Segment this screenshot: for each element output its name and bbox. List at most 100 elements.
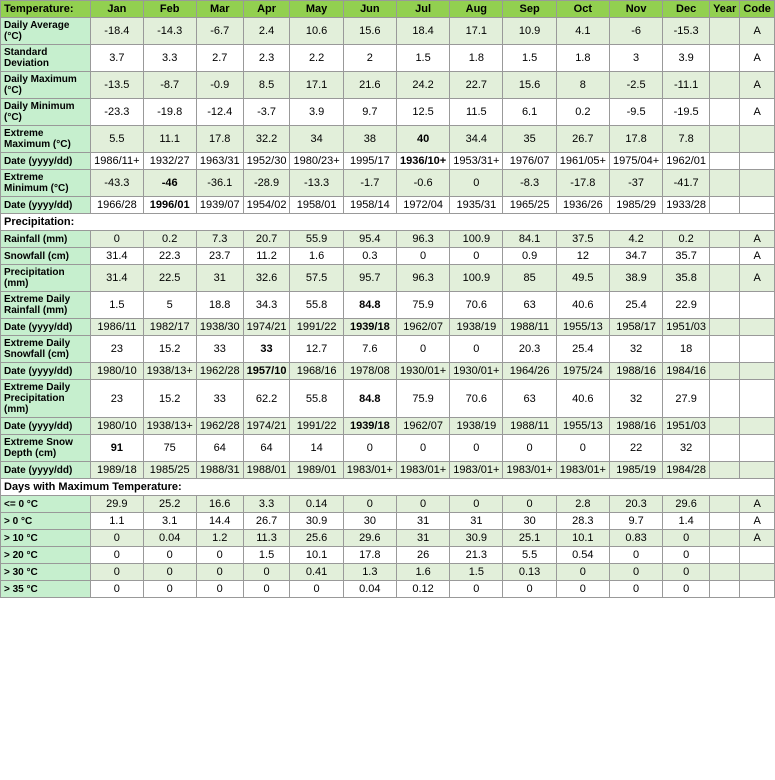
table-cell: 1.4 — [663, 513, 710, 530]
table-cell: 34.7 — [609, 248, 662, 265]
table-cell — [710, 435, 740, 462]
table-cell: 30.9 — [290, 513, 343, 530]
table-cell: A — [740, 45, 775, 72]
table-cell: 1.3 — [343, 564, 396, 581]
table-cell: 17.8 — [343, 547, 396, 564]
table-cell: 1964/26 — [503, 363, 556, 380]
table-cell: 1951/03 — [663, 319, 710, 336]
table-cell: A — [740, 72, 775, 99]
table-cell: 0 — [196, 547, 243, 564]
table-cell: 18 — [663, 336, 710, 363]
table-cell: -6 — [609, 18, 662, 45]
table-cell: 63 — [503, 292, 556, 319]
col-jul: Jul — [396, 1, 449, 18]
table-cell: -0.9 — [196, 72, 243, 99]
col-mar: Mar — [196, 1, 243, 18]
table-cell: -13.3 — [290, 170, 343, 197]
table-cell — [710, 153, 740, 170]
table-cell: 0 — [450, 496, 503, 513]
table-cell: 0.2 — [663, 231, 710, 248]
table-cell: 1939/18 — [343, 418, 396, 435]
table-cell — [740, 153, 775, 170]
col-apr: Apr — [243, 1, 290, 18]
table-cell: 1989/18 — [91, 462, 143, 479]
col-aug: Aug — [450, 1, 503, 18]
table-cell: 0 — [243, 581, 290, 598]
table-cell: -3.7 — [243, 99, 290, 126]
table-cell: 25.4 — [609, 292, 662, 319]
table-cell: A — [740, 18, 775, 45]
col-dec: Dec — [663, 1, 710, 18]
table-cell — [740, 292, 775, 319]
table-cell: 33 — [196, 380, 243, 418]
row-header: Snowfall (cm) — [1, 248, 91, 265]
table-cell: 29.6 — [343, 530, 396, 547]
table-cell: 1.5 — [91, 292, 143, 319]
table-cell: 31.4 — [91, 248, 143, 265]
table-cell: 2.2 — [290, 45, 343, 72]
table-cell: 1953/31+ — [450, 153, 503, 170]
table-cell: 15.2 — [143, 380, 196, 418]
table-cell: 4.2 — [609, 231, 662, 248]
table-cell: 31 — [396, 513, 449, 530]
table-cell — [740, 547, 775, 564]
table-cell — [740, 418, 775, 435]
table-cell: -19.5 — [663, 99, 710, 126]
table-cell: -8.3 — [503, 170, 556, 197]
table-cell — [710, 265, 740, 292]
table-cell: 1968/16 — [290, 363, 343, 380]
table-cell: 17.8 — [609, 126, 662, 153]
table-cell: 1939/18 — [343, 319, 396, 336]
table-cell: 1972/04 — [396, 197, 449, 214]
table-cell: 0 — [663, 530, 710, 547]
table-cell: 75 — [143, 435, 196, 462]
table-cell: 0 — [290, 581, 343, 598]
table-cell: 32 — [609, 336, 662, 363]
table-cell: 49.5 — [556, 265, 609, 292]
row-header: Extreme Daily Rainfall (mm) — [1, 292, 91, 319]
row-header: Standard Deviation — [1, 45, 91, 72]
table-cell: 1.1 — [91, 513, 143, 530]
col-feb: Feb — [143, 1, 196, 18]
row-header: > 20 °C — [1, 547, 91, 564]
table-cell: 38.9 — [609, 265, 662, 292]
table-cell: 22.3 — [143, 248, 196, 265]
table-cell: 15.2 — [143, 336, 196, 363]
table-cell: 1984/16 — [663, 363, 710, 380]
table-cell: 23 — [91, 336, 143, 363]
table-cell: 0.54 — [556, 547, 609, 564]
table-cell: 1991/22 — [290, 319, 343, 336]
table-cell: 2.3 — [243, 45, 290, 72]
table-cell: 84.8 — [343, 380, 396, 418]
table-cell: -12.4 — [196, 99, 243, 126]
table-cell — [710, 231, 740, 248]
table-cell — [740, 363, 775, 380]
table-cell: -15.3 — [663, 18, 710, 45]
table-cell — [740, 564, 775, 581]
row-header: Date (yyyy/dd) — [1, 462, 91, 479]
table-cell: 28.3 — [556, 513, 609, 530]
table-cell: 3.9 — [663, 45, 710, 72]
table-cell: 0 — [396, 248, 449, 265]
table-cell: 25.6 — [290, 530, 343, 547]
table-cell: 10.1 — [290, 547, 343, 564]
table-cell: 1962/01 — [663, 153, 710, 170]
table-cell — [710, 72, 740, 99]
table-cell: 1933/28 — [663, 197, 710, 214]
table-cell: 1988/11 — [503, 418, 556, 435]
table-cell — [710, 292, 740, 319]
table-cell: 21.6 — [343, 72, 396, 99]
table-cell: 40 — [396, 126, 449, 153]
col-nov: Nov — [609, 1, 662, 18]
table-cell: 38 — [343, 126, 396, 153]
table-cell — [740, 319, 775, 336]
table-cell: 0 — [663, 581, 710, 598]
table-cell: 1930/01+ — [450, 363, 503, 380]
table-cell: 34.3 — [243, 292, 290, 319]
table-cell: -8.7 — [143, 72, 196, 99]
table-cell: -17.8 — [556, 170, 609, 197]
table-cell — [710, 336, 740, 363]
table-cell: 1962/28 — [196, 363, 243, 380]
table-cell: 29.6 — [663, 496, 710, 513]
table-cell: -13.5 — [91, 72, 143, 99]
